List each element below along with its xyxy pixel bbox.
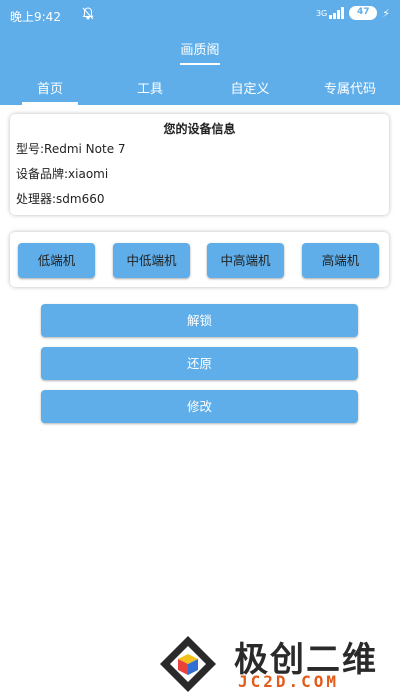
- watermark: 极创二维 JC2D.COM: [158, 630, 398, 696]
- watermark-url: JC2D.COM: [238, 672, 340, 691]
- modify-button[interactable]: 修改: [41, 390, 358, 423]
- device-info-title: 您的设备信息: [163, 122, 236, 136]
- tab-custom[interactable]: 自定义: [200, 67, 300, 105]
- device-processor: 处理器:sdm660: [16, 192, 105, 206]
- signal-icon: [329, 7, 345, 19]
- network-type: 3G: [315, 8, 328, 18]
- tab-bar: 首页 工具 自定义 专属代码: [0, 67, 400, 105]
- status-time: 晚上9:42: [10, 10, 61, 24]
- device-brand: 设备品牌:xiaomi: [16, 167, 109, 181]
- mid-low-end-button[interactable]: 中低端机: [113, 243, 190, 278]
- tab-tools[interactable]: 工具: [100, 67, 200, 105]
- page-title: 画质阁: [180, 39, 220, 65]
- tab-exclusive-code[interactable]: 专属代码: [300, 67, 400, 105]
- mid-high-end-button[interactable]: 中高端机: [207, 243, 284, 278]
- status-bar: 晚上9:42 3G 47 ⚡: [0, 0, 400, 30]
- status-right: 3G 47 ⚡: [316, 6, 390, 20]
- high-end-button[interactable]: 高端机: [302, 243, 379, 278]
- battery-icon: 47: [349, 6, 378, 20]
- title-bar: 画质阁: [0, 30, 400, 67]
- charging-icon: ⚡: [382, 6, 390, 20]
- tier-selector-card: 低端机 中低端机 中高端机 高端机: [10, 232, 389, 287]
- device-info-card: 您的设备信息 型号:Redmi Note 7 设备品牌:xiaomi 处理器:s…: [10, 114, 389, 215]
- low-end-button[interactable]: 低端机: [18, 243, 95, 278]
- bell-muted-icon: [82, 7, 94, 23]
- tab-home[interactable]: 首页: [0, 67, 100, 105]
- device-model: 型号:Redmi Note 7: [16, 142, 126, 156]
- unlock-button[interactable]: 解锁: [41, 304, 358, 337]
- restore-button[interactable]: 还原: [41, 347, 358, 380]
- watermark-logo-icon: [160, 636, 216, 692]
